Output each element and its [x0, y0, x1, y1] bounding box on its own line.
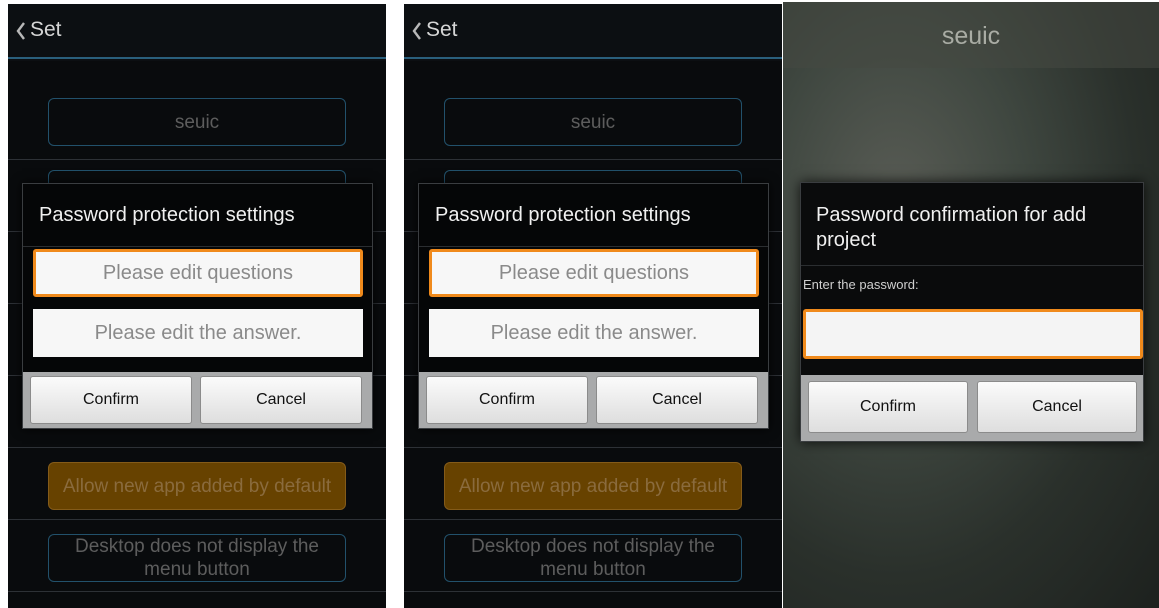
- cancel-button[interactable]: Cancel: [200, 376, 362, 424]
- dialog-title: Password protection settings: [435, 204, 691, 226]
- action-bar-title[interactable]: Set: [30, 18, 62, 42]
- cancel-button[interactable]: Cancel: [596, 376, 758, 424]
- answer-placeholder: Please edit the answer.: [94, 322, 302, 344]
- password-confirm-screen: seuic Password confirmation for add proj…: [783, 2, 1159, 608]
- answer-placeholder: Please edit the answer.: [490, 322, 698, 344]
- screen-title: seuic: [941, 22, 1001, 50]
- password-protection-dialog: Password protection settings Please edit…: [22, 183, 373, 429]
- answer-input[interactable]: Please edit the answer.: [429, 309, 759, 357]
- confirm-button[interactable]: Confirm: [426, 376, 588, 424]
- dialog-button-bar: Confirm Cancel: [419, 372, 768, 428]
- dialog-button-bar: Confirm Cancel: [801, 375, 1143, 441]
- password-prompt-label: Enter the password:: [803, 277, 919, 292]
- divider: [801, 265, 1143, 266]
- question-input[interactable]: Please edit questions: [33, 249, 363, 297]
- dialog-button-bar: Confirm Cancel: [23, 372, 372, 428]
- chevron-left-icon[interactable]: [406, 18, 428, 44]
- cancel-button[interactable]: Cancel: [977, 381, 1137, 433]
- action-bar: Set: [404, 4, 782, 59]
- password-confirm-dialog: Password confirmation for add project En…: [800, 182, 1144, 442]
- divider: [419, 246, 768, 247]
- settings-screen-1: Set seuic Version:2.0.2.0 Allow new app …: [8, 4, 386, 608]
- confirm-button[interactable]: Confirm: [808, 381, 968, 433]
- password-input[interactable]: [803, 309, 1143, 359]
- question-input[interactable]: Please edit questions: [429, 249, 759, 297]
- password-protection-dialog: Password protection settings Please edit…: [418, 183, 769, 429]
- dialog-title: Password confirmation for add project: [816, 204, 1087, 251]
- answer-input[interactable]: Please edit the answer.: [33, 309, 363, 357]
- action-bar: Set: [8, 4, 386, 59]
- action-bar-title[interactable]: Set: [426, 18, 458, 42]
- settings-screen-2: Set seuic Version:2.0.2.0 Allow new app …: [404, 4, 782, 608]
- question-placeholder: Please edit questions: [498, 262, 690, 284]
- question-placeholder: Please edit questions: [102, 262, 294, 284]
- dialog-title: Password protection settings: [39, 204, 295, 226]
- divider: [23, 246, 372, 247]
- confirm-button[interactable]: Confirm: [30, 376, 192, 424]
- chevron-left-icon[interactable]: [10, 18, 32, 44]
